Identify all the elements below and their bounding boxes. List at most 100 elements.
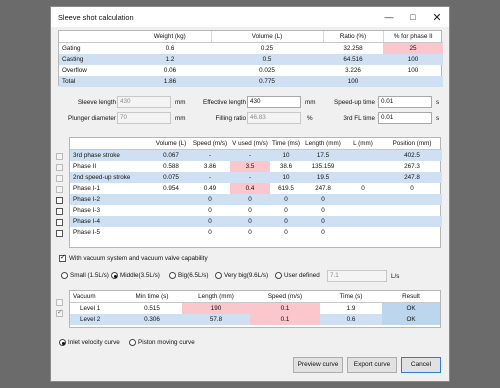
length-cell: 0 — [321, 196, 325, 203]
summary-header-row: Weight (kg) Volume (L) Ratio (%) % for p… — [59, 31, 443, 43]
radio-small[interactable]: Small (1.5L/s) — [61, 272, 109, 279]
speed-cell: 0.49 — [203, 185, 217, 192]
table-row[interactable]: Phase I-2 0 0 0 0 — [70, 194, 442, 205]
phase-checkbox — [56, 153, 63, 160]
radio-middle[interactable]: Middle(3.5L/s) — [111, 272, 160, 279]
speed-cell[interactable]: 0.1 — [250, 314, 320, 325]
ratio-cell: 32.258 — [343, 45, 363, 52]
radio-circle — [61, 272, 68, 279]
weight-cell[interactable]: 0.6 — [129, 43, 211, 55]
radio-piston-moving[interactable]: Piston moving curve — [129, 339, 195, 346]
vused-cell[interactable]: - — [230, 150, 270, 162]
phase-checkbox[interactable] — [56, 197, 63, 204]
time-cell: 38.6 — [279, 163, 293, 170]
phase-header-name — [70, 138, 152, 150]
length-cell: 0 — [321, 207, 325, 214]
length-cell[interactable]: 190 — [182, 302, 250, 314]
l-cell[interactable] — [344, 227, 382, 238]
phase2-pct-cell[interactable]: 25 — [383, 42, 443, 54]
row-name: Phase I-1 — [73, 185, 100, 192]
position-cell — [382, 227, 442, 238]
phase-header-row: Volume (L) Speed (m/s) V used (m/s) Time… — [70, 138, 442, 150]
min-time-cell: 0.515 — [144, 305, 160, 312]
volume-cell — [152, 205, 190, 216]
plunger-diameter-unit: mm — [175, 115, 186, 122]
table-row[interactable]: Level 2 0.306 57.8 0.1 0.6 OK — [70, 314, 440, 325]
vused-cell[interactable]: 0.4 — [230, 183, 270, 194]
plunger-diameter-label: Plunger diameter — [68, 115, 116, 122]
minimize-icon[interactable]: — — [377, 7, 401, 27]
row-name: Phase I-2 — [73, 196, 100, 203]
table-row[interactable]: Phase I-4 0 0 0 0 — [70, 216, 442, 227]
radio-very-big[interactable]: Very big(9.6L/s) — [215, 272, 268, 279]
l-cell[interactable] — [344, 205, 382, 216]
speedup-time-unit: s — [436, 99, 440, 106]
vused-cell[interactable]: 0 — [230, 194, 270, 205]
table-row[interactable]: Phase I-5 0 0 0 0 — [70, 227, 442, 238]
export-curve-button[interactable]: Export curve — [347, 357, 397, 373]
table-row[interactable]: 3rd phase stroke 0.067 - - 10 17.5 402.5 — [70, 149, 442, 162]
vacuum-header-length: Length (mm) — [182, 291, 250, 303]
maximize-icon[interactable]: □ — [401, 7, 425, 27]
filling-ratio-input: 46.83 — [247, 112, 301, 124]
table-row[interactable]: 2nd speed-up stroke 0.075 - - 10 19.5 24… — [70, 172, 442, 183]
plunger-diameter-input: 70 — [117, 112, 171, 124]
l-cell[interactable] — [344, 150, 382, 162]
effective-length-input[interactable]: 430 — [247, 96, 301, 108]
vacuum-option[interactable]: ✓ With vacuum system and vacuum valve ca… — [59, 254, 208, 262]
table-row[interactable]: Phase II 0.588 3.86 3.5 38.6 135.159 267… — [70, 161, 442, 172]
cancel-button[interactable]: Cancel — [401, 357, 441, 373]
vacuum-header-speed: Speed (m/s) — [250, 291, 320, 303]
preview-curve-button[interactable]: Preview curve — [293, 357, 343, 373]
phase-header-length: Length (mm) — [302, 138, 344, 150]
volume-cell: 0.5 — [262, 56, 272, 63]
table-row[interactable]: Level 1 0.515 190 0.1 1.9 OK — [70, 302, 440, 314]
l-cell[interactable] — [344, 216, 382, 227]
filling-ratio-label: Filling ratio — [215, 115, 246, 122]
phase2-pct-cell[interactable]: 100 — [383, 54, 443, 65]
time-cell: 1.9 — [346, 305, 356, 312]
l-cell[interactable] — [344, 172, 382, 183]
table-row[interactable]: Casting 1.2 0.5 64.516 100 — [59, 54, 443, 65]
table-row[interactable]: Phase I-1 0.954 0.49 0.4 619.5 247.8 0 0 — [70, 183, 442, 194]
length-cell: 0 — [321, 229, 325, 236]
phase-checkbox — [56, 175, 63, 182]
radio-big[interactable]: Big(6.5L/s) — [169, 272, 208, 279]
position-cell — [382, 205, 442, 216]
l-cell[interactable]: 0 — [344, 183, 382, 194]
radio-user-defined[interactable]: User defined — [275, 272, 320, 279]
weight-cell[interactable]: 0.06 — [129, 65, 211, 76]
l-cell[interactable] — [344, 194, 382, 205]
radio-circle — [275, 272, 282, 279]
vacuum-checkbox[interactable]: ✓ — [59, 254, 66, 262]
radio-label: Middle(3.5L/s) — [120, 272, 160, 280]
vused-cell[interactable]: 0 — [230, 216, 270, 227]
fl-time-unit: s — [436, 115, 440, 122]
fl-time-input[interactable]: 0.01 — [378, 112, 432, 124]
vused-cell[interactable]: 0 — [230, 205, 270, 216]
phase2-pct-cell[interactable]: 100 — [383, 65, 443, 76]
phase-checkbox[interactable] — [56, 219, 63, 226]
l-cell[interactable] — [344, 161, 382, 172]
sleeve-length-label: Sleeve length — [77, 99, 116, 106]
vused-cell[interactable]: 0 — [230, 227, 270, 238]
phase-checkbox[interactable] — [56, 230, 63, 237]
table-row[interactable]: Overflow 0.06 0.025 3.226 100 — [59, 65, 443, 76]
close-icon[interactable]: ✕ — [425, 7, 449, 27]
phase-checkbox[interactable] — [56, 208, 63, 215]
table-row[interactable]: Gating 0.6 0.25 32.258 25 — [59, 42, 443, 55]
row-name: Phase II — [73, 163, 97, 170]
speed-cell[interactable]: 0.1 — [250, 302, 320, 314]
vused-cell[interactable]: - — [230, 172, 270, 183]
phase-header-vused: V used (m/s) — [230, 138, 270, 150]
speedup-time-input[interactable]: 0.01 — [378, 96, 432, 108]
summary-header-ratio: Ratio (%) — [323, 31, 384, 43]
radio-inlet-velocity[interactable]: Inlet velocity curve — [59, 339, 120, 346]
vused-cell[interactable]: 3.5 — [230, 161, 270, 172]
weight-cell[interactable]: 1.2 — [129, 54, 211, 65]
vacuum-header-name: Vacuum — [70, 291, 122, 303]
length-cell[interactable]: 57.8 — [182, 314, 250, 325]
row-name: Total — [62, 78, 76, 85]
table-row[interactable]: Phase I-3 0 0 0 0 — [70, 205, 442, 216]
summary-header-weight: Weight (kg) — [129, 31, 212, 43]
